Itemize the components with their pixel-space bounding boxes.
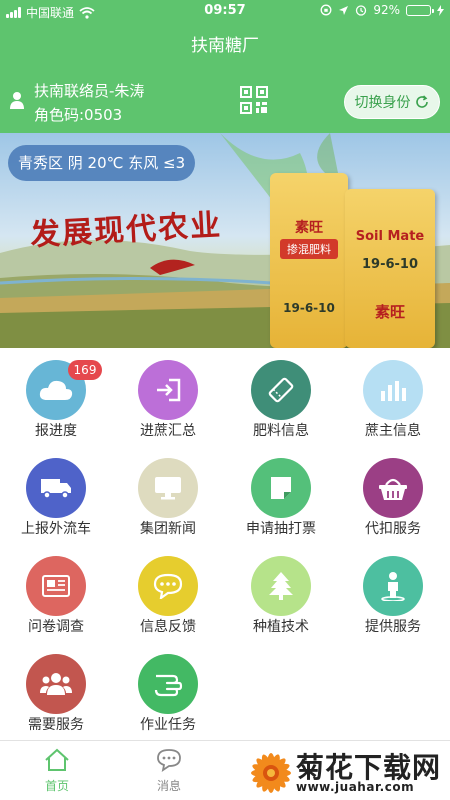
qr-code-icon[interactable] [240, 86, 268, 114]
menu-item-work-task[interactable]: 作业任务 [112, 648, 224, 746]
menu-item-group-news[interactable]: 集团新闻 [112, 452, 224, 550]
user-name: 扶南联络员-朱涛 [34, 82, 145, 100]
menu-item-planting-tech[interactable]: 种植技术 [225, 550, 337, 648]
orientation-lock-icon [320, 4, 332, 16]
menu-item-label: 进蔗汇总 [140, 423, 196, 439]
switch-identity-label: 切换身份 [354, 95, 411, 111]
monitor-icon [138, 458, 198, 518]
menu-item-label: 肥料信息 [253, 423, 309, 439]
note-icon [251, 458, 311, 518]
menu-item-deduction-service[interactable]: 代扣服务 [337, 452, 449, 550]
tree-icon [251, 556, 311, 616]
tab-label: 首页 [44, 779, 69, 793]
menu-item-report-outflow-truck[interactable]: 上报外流车 [0, 452, 112, 550]
bag-brand: 素旺 [295, 220, 323, 236]
message-icon [157, 749, 181, 772]
menu-item-label: 上报外流车 [21, 521, 91, 537]
weather-pill: 青秀区 阴 20℃ 东风 ≤3 [8, 145, 196, 181]
menu-item-label: 蔗主信息 [365, 423, 421, 439]
menu-item-need-service[interactable]: 需要服务 [0, 648, 112, 746]
bag-brand-cn: 素旺 [374, 303, 405, 321]
battery-icon [406, 4, 434, 16]
switch-identity-button[interactable]: 切换身份 [344, 85, 440, 119]
menu-item-provide-service[interactable]: 提供服务 [337, 550, 449, 648]
menu-item-fertilizer-info[interactable]: 肥料信息 [225, 354, 337, 452]
location-icon [339, 5, 349, 15]
menu-item-feedback[interactable]: 信息反馈 [112, 550, 224, 648]
status-bar: 中国联通 09:57 92% [0, 0, 450, 24]
truck-icon [26, 458, 86, 518]
chat-icon [138, 556, 198, 616]
menu-item-label: 问卷调查 [28, 619, 84, 635]
basket-icon [363, 458, 423, 518]
page-title: 扶南糖厂 [191, 36, 259, 56]
progress-count-badge: 169 [68, 360, 102, 380]
bag-name: 掺混肥料 [280, 239, 338, 259]
tab-home[interactable]: 首页 [22, 747, 92, 794]
menu-item-cane-summary[interactable]: 进蔗汇总 [112, 354, 224, 452]
battery-percent: 92% [373, 3, 400, 17]
chrysanthemum-logo [251, 753, 291, 793]
menu-item-report-progress[interactable]: 169 报进度 [0, 354, 112, 452]
role-code: 角色码:0503 [34, 106, 123, 124]
ticket-icon [251, 360, 311, 420]
menu-item-label: 报进度 [35, 423, 77, 439]
nav-bar: 扶南糖厂 [0, 24, 450, 68]
menu-item-label: 申请抽打票 [246, 521, 316, 537]
newspaper-icon [26, 556, 86, 616]
tab-label: 消息 [156, 779, 181, 793]
sign-in-icon [138, 360, 198, 420]
user-icon [10, 92, 24, 109]
bag-formula: 19-6-10 [283, 301, 335, 315]
menu-item-label: 信息反馈 [140, 619, 196, 635]
user-header: 扶南联络员-朱涛 角色码:0503 切换身份 [0, 68, 450, 133]
group-icon [26, 654, 86, 714]
bar-chart-icon [363, 360, 423, 420]
person-icon [363, 556, 423, 616]
promo-banner[interactable]: 青秀区 阴 20℃ 东风 ≤3 发展现代农业 素旺 掺混肥料 19-6-10 S… [0, 133, 450, 348]
watermark-url: www.juahar.com [296, 780, 415, 794]
hand-icon [138, 654, 198, 714]
menu-item-label: 作业任务 [140, 717, 196, 733]
menu-item-label: 集团新闻 [140, 521, 196, 537]
menu-item-label: 需要服务 [28, 717, 84, 733]
fertilizer-bag-left: 素旺 掺混肥料 19-6-10 [270, 173, 348, 348]
menu-item-label: 种植技术 [253, 619, 309, 635]
refresh-icon [415, 95, 428, 108]
fertilizer-bag-right: Soil Mate 19-6-10 素旺 [345, 189, 435, 348]
tab-messages[interactable]: 消息 [134, 747, 204, 794]
menu-item-label: 代扣服务 [365, 521, 421, 537]
menu-item-grower-info[interactable]: 蔗主信息 [337, 354, 449, 452]
watermark: 菊花下载网 www.juahar.com [246, 744, 450, 800]
alarm-icon [356, 5, 367, 16]
home-icon [45, 748, 69, 771]
bag-brand-en: Soil Mate [355, 229, 425, 244]
menu-item-label: 提供服务 [365, 619, 421, 635]
menu-item-apply-ticket[interactable]: 申请抽打票 [225, 452, 337, 550]
charging-icon [437, 4, 444, 16]
bag-formula-right: 19-6-10 [361, 257, 419, 272]
menu-item-survey[interactable]: 问卷调查 [0, 550, 112, 648]
